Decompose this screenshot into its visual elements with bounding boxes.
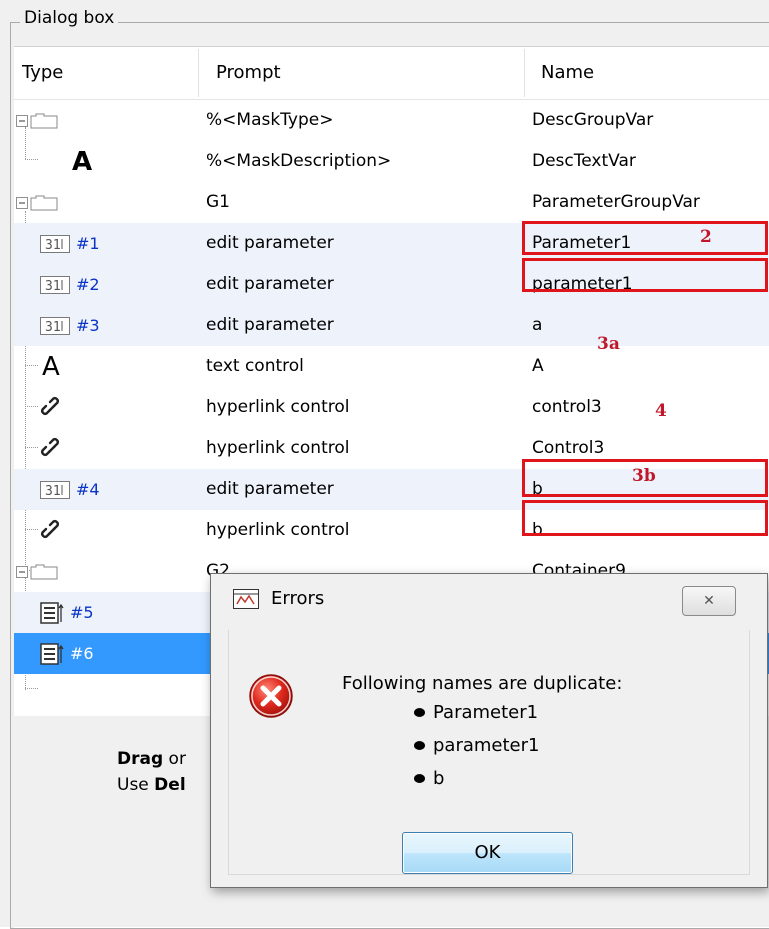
dialog-title: Errors <box>271 588 325 609</box>
popup-parameter-icon <box>40 633 64 674</box>
column-divider[interactable] <box>524 49 525 97</box>
ok-button[interactable]: OK <box>402 832 573 874</box>
duplicate-name-item: Parameter1 <box>414 702 538 724</box>
row-name: A <box>532 356 544 376</box>
group-container-icon <box>30 551 58 592</box>
use-hint: Use Del <box>117 774 186 796</box>
duplicate-name-item: parameter1 <box>414 735 539 757</box>
edit-parameter-icon: 31 <box>40 469 70 510</box>
annotation-label: 2 <box>700 227 712 247</box>
drag-hint-bold: Drag <box>117 749 164 769</box>
column-header-prompt[interactable]: Prompt <box>216 47 281 99</box>
collapse-icon[interactable] <box>16 182 28 223</box>
use-hint-pre: Use <box>117 775 155 795</box>
table-row[interactable]: A %<MaskDescription> DescTextVar <box>14 141 769 182</box>
error-icon <box>247 672 295 725</box>
hyperlink-icon <box>40 510 64 551</box>
annotation-label: 4 <box>655 401 667 421</box>
close-button[interactable]: ✕ <box>682 586 736 616</box>
column-divider[interactable] <box>198 49 199 97</box>
row-index: #5 <box>70 603 94 622</box>
column-header-name[interactable]: Name <box>541 47 594 99</box>
group-container-icon <box>30 100 58 141</box>
row-name: DescGroupVar <box>532 110 654 130</box>
matlab-app-icon <box>233 589 259 614</box>
svg-text:31: 31 <box>45 279 61 294</box>
annotation-label: 3a <box>597 334 620 354</box>
table-header: Type Prompt Name <box>14 47 769 99</box>
row-name: a <box>532 315 543 335</box>
duplicate-highlight-box <box>522 258 768 292</box>
duplicate-highlight-box <box>522 500 768 536</box>
duplicate-name-item: b <box>414 768 444 790</box>
row-prompt: hyperlink control <box>206 397 350 417</box>
hyperlink-icon <box>40 428 64 469</box>
text-a-icon: A <box>42 351 60 382</box>
use-hint-bold: Del <box>154 775 186 795</box>
drag-hint-rest: or <box>163 749 186 769</box>
row-prompt: hyperlink control <box>206 520 350 540</box>
collapse-icon[interactable] <box>16 100 28 141</box>
table-row[interactable]: A text control A <box>14 346 769 387</box>
row-prompt: %<MaskDescription> <box>206 151 392 171</box>
svg-text:31: 31 <box>45 238 61 253</box>
errors-dialog: Errors ✕ Following names are duplicate: … <box>210 573 768 888</box>
tree-line <box>25 688 38 689</box>
table-row[interactable]: G1 ParameterGroupVar <box>14 182 769 223</box>
row-name: DescTextVar <box>532 151 636 171</box>
row-prompt: edit parameter <box>206 479 334 499</box>
popup-parameter-icon <box>40 592 64 633</box>
row-index: #3 <box>76 316 100 335</box>
collapse-icon[interactable] <box>16 551 28 592</box>
hyperlink-icon <box>40 387 64 428</box>
row-prompt: edit parameter <box>206 233 334 253</box>
row-prompt: hyperlink control <box>206 438 350 458</box>
row-prompt: edit parameter <box>206 315 334 335</box>
text-a-icon: A <box>72 146 93 177</box>
table-row[interactable]: %<MaskType> DescGroupVar <box>14 100 769 141</box>
duplicate-highlight-box <box>522 221 768 255</box>
row-index: #4 <box>76 480 100 499</box>
annotation-label: 3b <box>632 466 656 486</box>
group-title: Dialog box <box>20 8 119 28</box>
edit-parameter-icon: 31 <box>40 223 70 264</box>
column-header-type[interactable]: Type <box>22 47 63 99</box>
error-message: Following names are duplicate: <box>342 673 623 694</box>
drag-hint: Drag or <box>117 748 186 770</box>
row-prompt: text control <box>206 356 304 376</box>
row-name: ParameterGroupVar <box>532 192 700 212</box>
svg-text:31: 31 <box>45 320 61 335</box>
group-container-icon <box>30 182 58 223</box>
row-prompt: edit parameter <box>206 274 334 294</box>
row-index: #2 <box>76 275 100 294</box>
row-index: #6 <box>70 644 94 663</box>
row-index: #1 <box>76 234 100 253</box>
svg-text:31: 31 <box>45 484 61 499</box>
row-name: control3 <box>532 397 602 417</box>
edit-parameter-icon: 31 <box>40 305 70 346</box>
edit-parameter-icon: 31 <box>40 264 70 305</box>
table-row[interactable]: 31 #3 edit parameter a <box>14 305 769 346</box>
row-prompt: G1 <box>206 192 230 212</box>
row-prompt: %<MaskType> <box>206 110 334 130</box>
